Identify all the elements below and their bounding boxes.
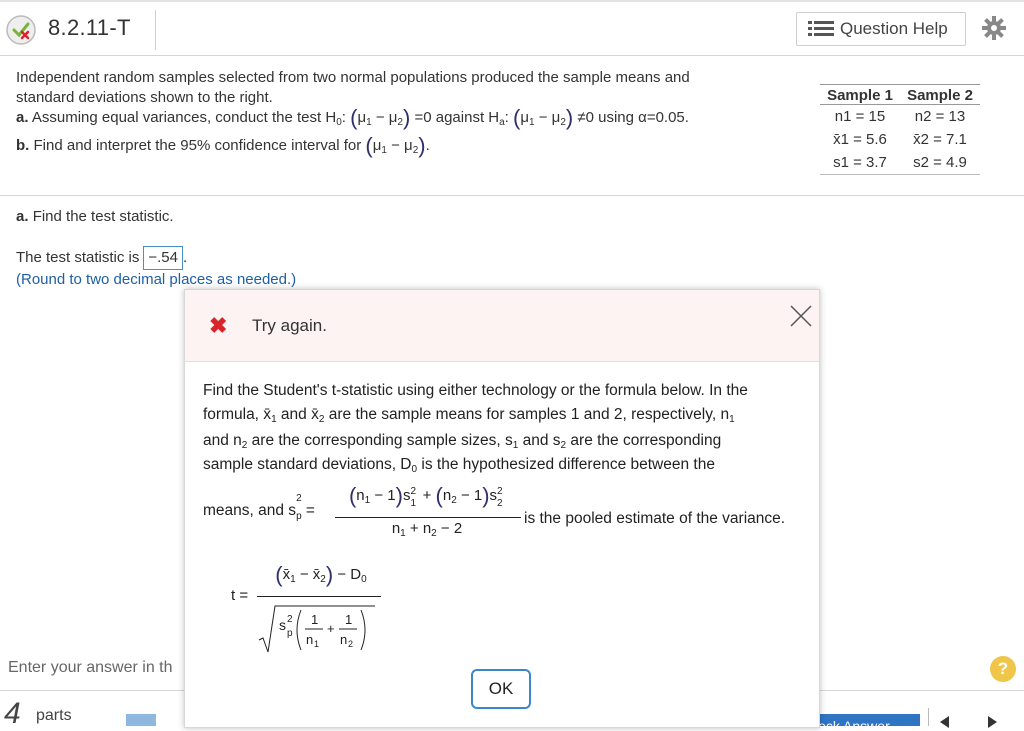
table-row: s1 = 3.7 s2 = 4.9 — [820, 151, 980, 174]
enter-answer-text: Enter your answer in th — [8, 659, 173, 676]
sample-table: Sample 1 Sample 2 n1 = 15 n2 = 13 x̄1 = … — [820, 84, 980, 175]
dialog-line-4-text: sample standard deviations, D — [203, 456, 412, 473]
t-numerator: (x̄1 − x̄2) − D0 — [275, 562, 367, 587]
question-help-label: Question Help — [840, 19, 948, 38]
partial-correct-icon — [6, 15, 36, 45]
table-cell: s1 = 3.7 — [833, 154, 887, 171]
dialog-header: ✖ Try again. — [185, 290, 819, 362]
help-button[interactable]: ? — [990, 656, 1016, 682]
question-help-button[interactable]: Question Help — [796, 12, 966, 46]
table-row: n1 = 15 n2 = 13 — [820, 105, 980, 129]
pooled-variance-numerator: (n1 − 1)s 2 1 + (n2 − 1)s 2 2 — [348, 483, 503, 509]
fraction-bar — [335, 517, 521, 518]
svg-text:2: 2 — [348, 639, 353, 649]
table-cell: x̄1 = 5.6 — [833, 131, 887, 148]
answer-box[interactable]: −.54 — [143, 246, 183, 270]
dialog-title: Try again. — [252, 316, 327, 335]
svg-text:+: + — [327, 621, 335, 636]
table-cell: x̄2 = 7.1 — [913, 131, 967, 148]
dialog-line-2-text: are the sample means for samples 1 and 2… — [328, 406, 730, 423]
nav-divider — [928, 708, 929, 726]
part-b-label: b. — [16, 137, 30, 154]
svg-text:p: p — [287, 628, 293, 639]
part-a-label: a. — [16, 109, 29, 126]
svg-text:s: s — [279, 617, 286, 633]
problem-id: 8.2.11-T — [48, 15, 131, 40]
parts-label: parts — [36, 707, 72, 724]
problem-part-a: a. Assuming equal variances, conduct the… — [16, 105, 689, 130]
test-statistic-prompt: The test statistic is — [16, 249, 140, 266]
ok-button[interactable]: OK — [471, 669, 531, 709]
header-border — [0, 55, 1024, 56]
dialog-line-3b-text: are the corresponding — [570, 432, 722, 449]
incorrect-icon: ✖ — [209, 313, 228, 338]
problem-part-b: b. Find and interpret the 95% confidence… — [16, 133, 430, 158]
pooled-variance-line: means, and s2p = — [203, 493, 315, 522]
rounding-hint: (Round to two decimal places as needed.) — [16, 271, 297, 288]
section-divider — [0, 195, 1024, 196]
svg-text:n: n — [306, 632, 313, 647]
t-fraction-bar — [257, 596, 381, 597]
feedback-dialog: ✖ Try again. Find the Student's t-statis… — [184, 289, 820, 728]
part-a-heading: a. Find the test statistic. — [16, 207, 174, 227]
part-a-text-1: Assuming equal variances, conduct the te… — [31, 109, 337, 126]
svg-text:n: n — [340, 632, 347, 647]
table-row: x̄1 = 5.6 x̄2 = 7.1 — [820, 128, 980, 151]
list-icon — [808, 21, 834, 36]
problem-intro-2: standard deviations shown to the right. — [16, 89, 273, 106]
dialog-line-3-text: are the corresponding sample sizes, s — [251, 432, 513, 449]
dialog-text-line-5b: is the pooled estimate of the variance. — [524, 510, 786, 527]
dialog-line-4b-text: is the hypothesized difference between t… — [421, 456, 715, 473]
dialog-text-line-1: Find the Student's t-statistic using eit… — [203, 382, 748, 399]
problem-intro-1: Independent random samples selected from… — [16, 69, 690, 86]
next-arrow-icon[interactable] — [988, 716, 997, 728]
table-header-sample-1: Sample 1 — [820, 85, 900, 105]
previous-arrow-icon[interactable] — [940, 716, 949, 728]
gear-icon[interactable] — [982, 16, 1006, 40]
svg-text:2: 2 — [287, 614, 293, 625]
t-label: t = — [231, 587, 249, 604]
pooled-variance-denominator: n1 + n2 − 2 — [391, 520, 463, 539]
test-statistic-line: The test statistic is −.54. — [16, 246, 187, 270]
part-a-heading-text: Find the test statistic. — [32, 208, 174, 225]
part-a-heading-label: a. — [16, 208, 29, 225]
svg-text:1: 1 — [311, 612, 318, 627]
svg-text:1: 1 — [314, 639, 319, 649]
table-cell: n2 = 13 — [914, 108, 966, 125]
close-icon[interactable] — [789, 304, 813, 328]
table-header-sample-2: Sample 2 — [900, 85, 980, 105]
header-divider — [155, 10, 156, 50]
square-root-icon: s 2 p 1 n 1 + 1 n 2 — [258, 605, 375, 653]
dialog-line-5a-text: means, and s — [203, 502, 297, 519]
part-progress-tab[interactable] — [126, 714, 156, 726]
table-cell: s2 = 4.9 — [913, 154, 967, 171]
dialog-text-line-4: sample standard deviations, D0 is the hy… — [203, 456, 715, 475]
table-cell: n1 = 15 — [834, 108, 886, 125]
part-b-text: Find and interpret the 95% confidence in… — [33, 137, 362, 154]
svg-text:1: 1 — [345, 612, 352, 627]
part-a-text-2: =0 against H — [414, 109, 500, 126]
part-a-text-3: ≠0 using α=0.05. — [577, 109, 689, 126]
top-border — [0, 0, 1024, 2]
